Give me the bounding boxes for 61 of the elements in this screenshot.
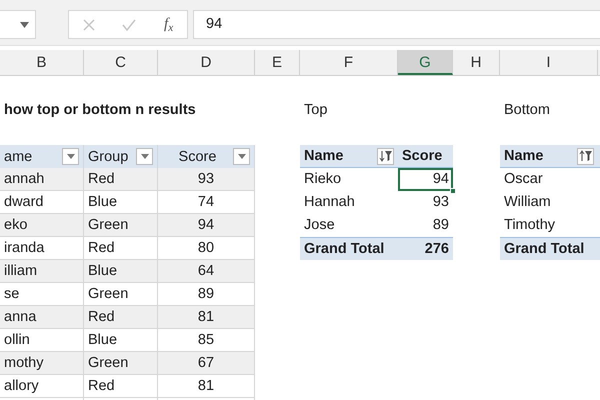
- total-label: Grand Total: [300, 237, 398, 260]
- sort-filter-button[interactable]: [577, 148, 594, 164]
- sheet-title: how top or bottom n results: [3, 101, 197, 120]
- table-cell-text: 93: [432, 193, 450, 212]
- column-header[interactable]: B: [0, 50, 84, 75]
- dropdown-icon: [238, 154, 246, 159]
- table-cell: Green: [84, 214, 158, 237]
- sort-filter-icon: [579, 150, 592, 162]
- section-label: Top: [303, 101, 328, 120]
- sort-filter-button[interactable]: [377, 148, 394, 164]
- table-cell: eko: [0, 214, 84, 237]
- table-cell: allory: [0, 375, 84, 398]
- table-cell: anna: [0, 306, 84, 329]
- column-header[interactable]: G: [398, 50, 453, 75]
- table-cell: Green: [84, 352, 158, 375]
- name-box[interactable]: [0, 10, 36, 39]
- formula-field[interactable]: 94: [193, 10, 600, 39]
- table-cell: annah: [0, 168, 84, 191]
- insert-function-button[interactable]: f$_{x}$: [164, 13, 174, 36]
- table-cell: Red: [84, 306, 158, 329]
- table-cell: Blue: [84, 260, 158, 283]
- column-header[interactable]: E: [255, 50, 300, 75]
- table-cell-text: Hannah: [303, 193, 356, 212]
- filter-dropdown-button[interactable]: [62, 148, 79, 165]
- total-value: 276: [398, 237, 453, 260]
- table-cell: illiam: [0, 260, 84, 283]
- column-header[interactable]: D: [158, 50, 255, 75]
- table-cell-text: Jose: [303, 216, 336, 235]
- table-cell-text: Timothy: [503, 216, 556, 235]
- table-cell: 81: [158, 306, 255, 329]
- column-header[interactable]: I: [500, 50, 598, 75]
- filter-dropdown-button[interactable]: [233, 148, 250, 165]
- table-cell: 64: [158, 260, 255, 283]
- table-cell: Red: [84, 375, 158, 398]
- section-label: Bottom: [503, 101, 551, 120]
- column-heading: Name: [304, 147, 344, 166]
- table-cell: 81: [158, 375, 255, 398]
- column-header[interactable]: C: [84, 50, 158, 75]
- column-heading: Name: [504, 147, 544, 166]
- column-header[interactable]: H: [453, 50, 500, 75]
- fill-handle[interactable]: [450, 188, 456, 194]
- sort-filter-icon: [379, 150, 392, 162]
- dropdown-icon[interactable]: [20, 22, 29, 28]
- table-cell: 94: [158, 214, 255, 237]
- table-cell[interactable]: 94: [398, 168, 453, 191]
- total-label: Grand Total: [500, 237, 598, 260]
- table-cell: 67: [158, 352, 255, 375]
- column-heading: Group: [88, 148, 128, 166]
- table-cell: 93: [158, 168, 255, 191]
- table-cell-text: 89: [432, 216, 450, 235]
- table-cell: Red: [84, 168, 158, 191]
- table-cell-text: Oscar: [503, 170, 544, 189]
- column-heading: Score: [178, 148, 218, 166]
- dropdown-icon: [140, 154, 148, 159]
- column-heading: ame: [4, 148, 32, 166]
- filter-dropdown-button[interactable]: [136, 148, 153, 165]
- table-cell-text: Rieko: [303, 170, 342, 189]
- table-cell-text: William: [503, 193, 552, 212]
- table-cell: mothy: [0, 352, 84, 375]
- dropdown-icon: [66, 154, 74, 159]
- column-heading: Score: [398, 145, 453, 168]
